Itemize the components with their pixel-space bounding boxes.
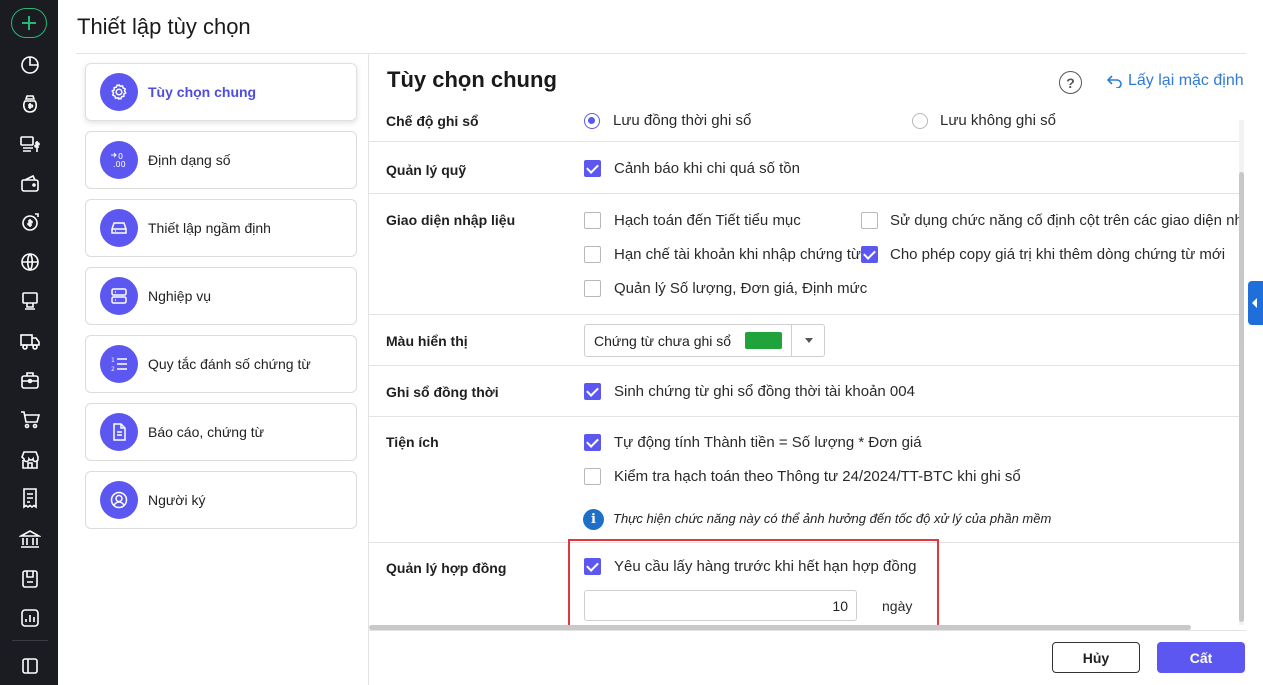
checkbox-fixed-columns[interactable] [861,212,878,229]
checkbox-label: Cho phép copy giá trị khi thêm dòng chứn… [890,246,1226,263]
radio-save-and-post[interactable] [584,113,600,129]
globe-icon[interactable] [19,251,41,273]
row-label-contract-management: Quản lý hợp đồng [386,560,507,576]
checkbox-generate-004[interactable] [584,383,601,400]
truck-icon[interactable] [19,330,41,352]
menu-item-label: Thiết lập ngầm định [148,220,271,236]
undo-arrow-icon [1106,75,1122,88]
checkbox-manage-quantity-price[interactable] [584,280,601,297]
checkbox-sub-item-accounting[interactable] [584,212,601,229]
info-icon: i [583,509,604,530]
checkbox-overspend-warning[interactable] [584,160,601,177]
settings-content: Chế độ ghi sổ Lưu đồng thời ghi sổ Lưu k… [369,103,1246,625]
menu-item-label: Tùy chọn chung [148,84,257,100]
info-text: Thực hiện chức năng này có thể ảnh hưởng… [613,511,1052,526]
stamp-icon[interactable] [19,290,41,312]
store-icon[interactable] [19,449,41,471]
menu-item-label: Nghiệp vụ [148,288,212,304]
menu-item-general-options[interactable]: Tùy chọn chung [85,63,357,121]
checkbox-label: Sử dụng chức năng cố định cột trên các g… [890,212,1243,229]
select-value: Chứng từ chưa ghi sổ [594,333,732,349]
gear-icon [100,73,138,111]
checkbox-label: Cảnh báo khi chi quá số tồn [614,160,800,177]
cancel-button[interactable]: Hủy [1052,642,1140,673]
header-divider [76,53,1246,54]
display-color-select[interactable]: Chứng từ chưa ghi sổ [584,324,825,357]
color-swatch [745,332,782,349]
menu-item-operations[interactable]: Nghiệp vụ [85,267,357,325]
cash-transfer-icon[interactable] [19,133,41,155]
numbered-list-icon: 12 [100,345,138,383]
menu-item-label: Báo cáo, chứng từ [148,424,265,440]
svg-text:1: 1 [111,357,115,364]
collapse-icon[interactable] [19,655,41,677]
row-label-display-color: Màu hiển thị [386,333,468,349]
menu-item-reports-documents[interactable]: Báo cáo, chứng từ [85,403,357,461]
checkbox-label: Quản lý Số lượng, Đơn giá, Định mức [614,280,868,297]
chevron-down-icon[interactable] [805,338,813,343]
add-icon[interactable] [11,8,47,38]
checkbox-restrict-accounts[interactable] [584,246,601,263]
row-divider [369,365,1242,366]
reset-defaults-link[interactable]: Lấy lại mặc định [1106,72,1244,90]
document-icon [100,413,138,451]
checkbox-copy-values[interactable] [861,246,878,263]
help-icon[interactable]: ? [1059,71,1082,94]
page-title: Thiết lập tùy chọn [77,14,251,39]
row-label-fund-management: Quản lý quỹ [386,162,467,178]
checkbox-label: Sinh chứng từ ghi sổ đồng thời tài khoản… [614,383,915,400]
menu-item-signers[interactable]: Người ký [85,471,357,529]
menu-item-label: Định dạng số [148,152,231,168]
menu-item-default-settings[interactable]: Thiết lập ngầm định [85,199,357,257]
menu-item-number-format[interactable]: 0.00 Định dạng số [85,131,357,189]
user-icon [100,481,138,519]
save-button[interactable]: Cất [1157,642,1245,673]
vertical-scrollbar-thumb[interactable] [1239,172,1244,622]
app-rail [0,0,58,685]
number-format-icon: 0.00 [100,141,138,179]
document-box-icon[interactable] [19,568,41,590]
select-divider [791,325,792,356]
panel-title: Tùy chọn chung [387,67,557,92]
row-divider [369,416,1242,417]
highlight-annotation [568,539,939,625]
drive-icon [100,209,138,247]
menu-item-label: Người ký [148,492,206,508]
svg-text:.00: .00 [113,160,126,169]
money-bag-icon[interactable] [19,93,41,115]
checkbox-label: Kiểm tra hạch toán theo Thông tư 24/2024… [614,468,1021,485]
menu-item-numbering-rules[interactable]: 12 Quy tắc đánh số chứng từ [85,335,357,393]
report-chart-icon[interactable] [19,607,41,629]
footer-divider [369,630,1246,631]
row-label-utilities: Tiện ích [386,434,439,450]
cart-icon[interactable] [19,408,41,430]
reset-defaults-label: Lấy lại mặc định [1128,72,1244,89]
rail-divider [12,640,48,641]
radio-label: Lưu đồng thời ghi sổ [613,112,752,129]
checkbox-label: Hạn chế tài khoản khi nhập chứng từ [614,246,861,263]
row-label-posting-mode: Chế độ ghi sổ [386,113,479,129]
svg-text:2: 2 [111,366,115,373]
bank-icon[interactable] [17,528,43,550]
radio-label: Lưu không ghi sổ [940,112,1056,129]
checkbox-check-circular-24[interactable] [584,468,601,485]
checkbox-label: Hạch toán đến Tiết tiểu mục [614,212,801,229]
checkbox-auto-calc-amount[interactable] [584,434,601,451]
checkbox-label: Tự động tính Thành tiền = Số lượng * Đơn… [614,434,922,451]
wallet-icon[interactable] [19,172,41,194]
row-label-simultaneous-posting: Ghi sổ đồng thời [386,384,499,400]
briefcase-icon[interactable] [19,369,41,391]
menu-item-label: Quy tắc đánh số chứng từ [148,356,311,372]
row-divider [369,141,1242,142]
row-divider [369,314,1242,315]
dollar-cycle-icon[interactable] [19,211,41,233]
server-icon [100,277,138,315]
receipt-icon[interactable] [19,487,41,509]
row-divider [369,193,1242,194]
side-panel-toggle-icon[interactable] [1248,281,1263,325]
pie-chart-icon[interactable] [19,54,41,76]
radio-save-no-post[interactable] [912,113,928,129]
row-label-input-interface: Giao diện nhập liệu [386,212,516,228]
